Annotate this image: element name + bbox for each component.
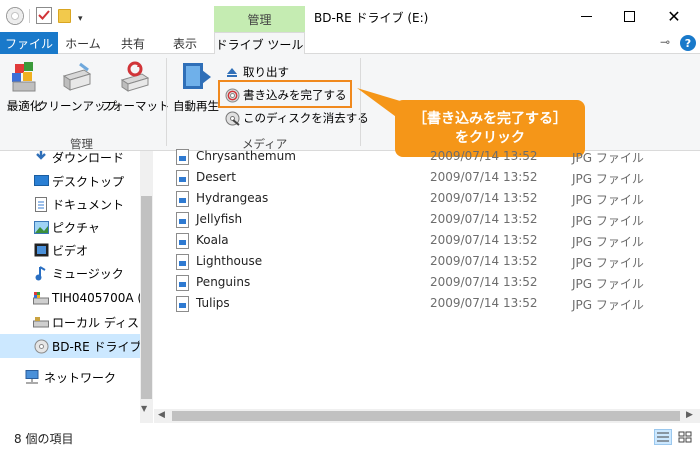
- close-icon: ✕: [667, 6, 681, 26]
- new-folder-icon[interactable]: [58, 9, 71, 23]
- file-row[interactable]: Desert 2009/07/14 13:52 JPG ファイル: [170, 167, 670, 188]
- disk-cleanup-icon: [62, 62, 92, 91]
- nav-item-d-drive[interactable]: ローカル ディスク (D: [0, 311, 140, 333]
- optimize-icon: [12, 62, 36, 92]
- status-bar: 8 個の項目: [0, 424, 700, 449]
- horizontal-scrollbar-thumb[interactable]: [172, 411, 680, 421]
- help-icon[interactable]: ?: [680, 35, 696, 51]
- nav-item-music[interactable]: ミュージック: [0, 262, 140, 284]
- nav-item-downloads[interactable]: ダウンロード: [0, 151, 140, 165]
- file-row[interactable]: Hydrangeas 2009/07/14 13:52 JPG ファイル: [170, 188, 670, 209]
- system-drive-icon: [33, 290, 49, 306]
- eject-label: 取り出す: [243, 65, 289, 79]
- network-icon: [24, 369, 40, 385]
- window-title: BD-RE ドライブ (E:): [314, 11, 429, 25]
- chevron-down-icon[interactable]: ▾: [78, 9, 83, 29]
- tab-drive-tools[interactable]: ドライブ ツール: [214, 32, 305, 55]
- scroll-left-icon[interactable]: ◀: [158, 410, 165, 420]
- title-bar: ▾ 管理 BD-RE ドライブ (E:) ✕: [0, 0, 700, 32]
- videos-icon: [33, 242, 49, 258]
- group-divider: [166, 58, 167, 146]
- jpg-file-icon: [176, 170, 189, 186]
- tab-file[interactable]: ファイル: [0, 32, 58, 54]
- close-button[interactable]: ✕: [651, 0, 697, 32]
- autoplay-label: 自動再生: [173, 99, 219, 113]
- music-icon: [33, 265, 49, 281]
- jpg-file-icon: [176, 254, 189, 270]
- maximize-icon: [623, 10, 635, 22]
- file-row[interactable]: Tulips 2009/07/14 13:52 JPG ファイル: [170, 293, 670, 314]
- jpg-file-icon: [176, 233, 189, 249]
- format-icon: [120, 61, 150, 92]
- large-icons-view-button[interactable]: [676, 429, 694, 445]
- properties-icon[interactable]: [36, 7, 52, 24]
- jpg-file-icon: [176, 296, 189, 312]
- maximize-button[interactable]: [606, 0, 652, 32]
- nav-item-desktop[interactable]: デスクトップ: [0, 170, 140, 192]
- tab-share[interactable]: 共有: [110, 32, 156, 54]
- group-manage-label: 管理: [70, 137, 93, 151]
- callout-line-1: ［書き込みを完了する］: [413, 110, 567, 127]
- jpg-file-icon: [176, 212, 189, 228]
- erase-disc-button[interactable]: このディスクを消去する: [224, 108, 369, 128]
- pictures-icon: [33, 219, 49, 235]
- drive-disc-icon[interactable]: [6, 7, 24, 25]
- documents-icon: [33, 196, 49, 212]
- jpg-file-icon: [176, 149, 189, 165]
- jpg-file-icon: [176, 191, 189, 207]
- file-row[interactable]: Lighthouse 2009/07/14 13:52 JPG ファイル: [170, 251, 670, 272]
- ribbon-tabs: ファイル ホーム 共有 表示 ドライブ ツール ⊸ ?: [0, 32, 700, 55]
- nav-item-network[interactable]: ネットワーク: [0, 366, 140, 388]
- nav-item-bd-drive[interactable]: BD-RE ドライブ (E:: [0, 334, 140, 358]
- eject-icon: [224, 64, 240, 80]
- desktop-icon: [33, 173, 49, 189]
- pin-ribbon-icon[interactable]: ⊸: [660, 35, 670, 49]
- navigation-pane: ダウンロード デスクトップ ドキュメント ピクチャ ビデオ ミュージック TIH…: [0, 151, 153, 423]
- tab-view[interactable]: 表示: [158, 32, 212, 54]
- jpg-file-icon: [176, 275, 189, 291]
- highlight-frame: [218, 80, 352, 108]
- file-row[interactable]: Penguins 2009/07/14 13:52 JPG ファイル: [170, 272, 670, 293]
- nav-scrollbar-thumb[interactable]: [141, 196, 152, 399]
- format-button[interactable]: フォーマット: [101, 60, 170, 114]
- erase-disc-label: このディスクを消去する: [243, 111, 369, 125]
- nav-item-videos[interactable]: ビデオ: [0, 239, 140, 261]
- autoplay-icon: [183, 63, 211, 89]
- bd-drive-icon: [33, 338, 49, 354]
- download-icon: [33, 151, 49, 163]
- minimize-button[interactable]: [563, 0, 609, 32]
- file-row[interactable]: Chrysanthemum 2009/07/14 13:52 JPG ファイル: [170, 146, 670, 167]
- erase-disc-icon: [224, 110, 240, 126]
- context-tab-manage: 管理: [214, 6, 305, 32]
- tab-home[interactable]: ホーム: [58, 32, 108, 54]
- large-icons-view-icon: [678, 431, 692, 443]
- eject-button[interactable]: 取り出す: [224, 62, 289, 82]
- callout-line-2: をクリック: [455, 129, 525, 146]
- format-label: フォーマット: [100, 99, 170, 113]
- nav-item-c-drive[interactable]: TIH0405700A (C:: [0, 287, 140, 309]
- toolbar-divider: [29, 9, 30, 23]
- item-count: 8 個の項目: [14, 432, 74, 446]
- nav-item-documents[interactable]: ドキュメント: [0, 193, 140, 215]
- nav-item-pictures[interactable]: ピクチャ: [0, 216, 140, 238]
- scroll-down-icon[interactable]: ▼: [141, 404, 147, 413]
- autoplay-button[interactable]: 自動再生: [171, 60, 221, 114]
- minimize-icon: [580, 15, 592, 17]
- details-view-button[interactable]: [654, 429, 672, 445]
- file-row[interactable]: Koala 2009/07/14 13:52 JPG ファイル: [170, 230, 670, 251]
- details-view-icon: [657, 432, 669, 442]
- local-disk-icon: [33, 314, 49, 330]
- file-row[interactable]: Jellyfish 2009/07/14 13:52 JPG ファイル: [170, 209, 670, 230]
- scroll-right-icon[interactable]: ▶: [686, 410, 693, 420]
